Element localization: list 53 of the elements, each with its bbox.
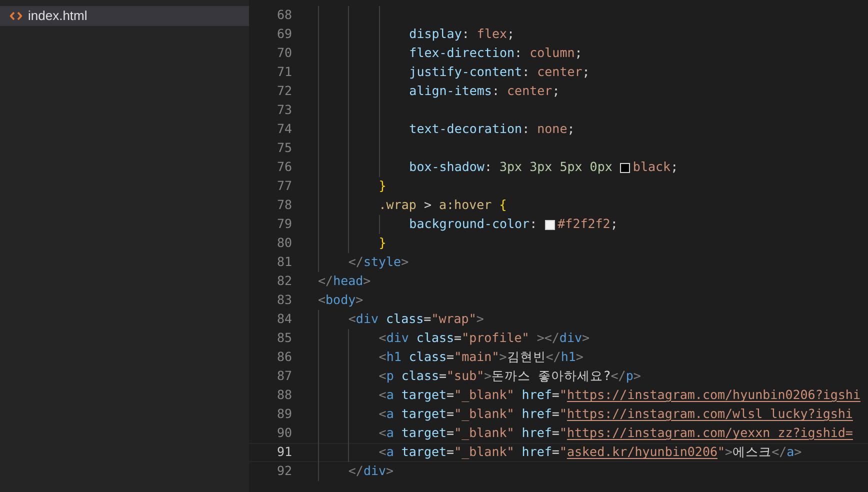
code-text: .wrap > a:hover {	[378, 196, 507, 214]
code-text: align-items: center;	[409, 82, 560, 100]
line-number: 89	[276, 405, 292, 424]
line-number: 85	[276, 329, 292, 348]
code-text: <a target="_blank" href="asked.kr/hyunbin0206">에스크</a>	[378, 443, 802, 462]
line-number: 79	[276, 215, 292, 234]
code-text: black;	[632, 158, 678, 176]
code-text: </style>	[348, 253, 409, 272]
code-text: background-color:	[409, 215, 538, 234]
line-number: 87	[276, 367, 292, 386]
line-number: 88	[276, 386, 292, 404]
line-number: 92	[276, 462, 292, 480]
color-swatch[interactable]	[544, 220, 555, 230]
line-number: 80	[276, 234, 292, 252]
line-number: 74	[276, 120, 292, 138]
code-text: <a target="_blank" href="https://instagram.com/wlsl_lucky?igshi	[378, 405, 853, 424]
line-number: 86	[276, 348, 292, 366]
line-number: 77	[276, 177, 292, 196]
line-number: 69	[276, 25, 292, 44]
line-number: 91	[276, 443, 292, 462]
file-item[interactable]: index.html	[0, 6, 249, 26]
line-number: 82	[276, 272, 292, 290]
code-text: justify-content: center;	[409, 63, 590, 82]
code-text: #f2f2f2;	[558, 215, 618, 234]
line-number: 78	[276, 196, 292, 214]
line-number: 70	[276, 44, 292, 62]
code-file-icon	[10, 12, 22, 20]
line-number: 68	[276, 6, 292, 24]
code-text: </head>	[318, 272, 371, 290]
line-number: 84	[276, 310, 292, 328]
line-number: 71	[276, 63, 292, 82]
code-text: <div class="wrap">	[348, 310, 484, 328]
color-swatch[interactable]	[620, 162, 630, 172]
line-number: 73	[276, 101, 292, 120]
code-text: </div>	[348, 462, 394, 480]
code-text: flex-direction: column;	[409, 44, 582, 62]
code-text: <a target="_blank" href="https://instagram.com/yexxn_zz?igshid=	[378, 424, 853, 442]
code-text: <body>	[318, 291, 364, 310]
code-text: }	[378, 177, 386, 196]
code-text: <a target="_blank" href="https://instagram.com/hyunbin0206?igshi	[378, 386, 860, 404]
code-text: <div class="profile" ></div>	[378, 329, 590, 348]
code-text: text-decoration: none;	[409, 120, 575, 138]
line-number: 76	[276, 158, 292, 176]
line-number: 90	[276, 424, 292, 442]
code-text: display: flex;	[409, 25, 515, 44]
line-number: 72	[276, 82, 292, 100]
line-number: 75	[276, 139, 292, 158]
line-number: 81	[276, 253, 292, 272]
code-text: <p class="sub">돈까스 좋아하세요?</p>	[378, 367, 641, 386]
line-number: 83	[276, 291, 292, 310]
code-text: <h1 class="main">김현빈</h1>	[378, 348, 584, 366]
code-text: box-shadow: 3px 3px 5px 0px	[409, 158, 614, 176]
code-text: }	[378, 234, 386, 252]
